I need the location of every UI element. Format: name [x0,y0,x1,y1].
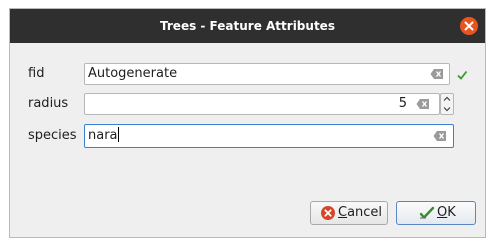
radius-value: 5 [398,96,407,111]
species-value: nara [88,128,118,143]
species-value-container: nara [88,125,119,147]
text-caret [117,127,119,142]
fid-value: Autogenerate [88,66,178,81]
spin-down-button[interactable] [441,104,453,114]
ok-label: OK [437,205,456,220]
cancel-label: Cancel [338,205,383,220]
cancel-button[interactable]: Cancel [310,201,388,225]
spin-up-button[interactable] [441,94,453,104]
ok-button[interactable]: OK [396,201,476,225]
fid-field[interactable]: Autogenerate [84,63,450,85]
species-field[interactable]: nara [84,124,454,148]
title-bar: Trees - Feature Attributes [10,9,485,43]
chevron-down-icon [443,107,451,112]
chevron-up-icon [443,96,451,101]
radius-spin-buttons [440,93,454,115]
cancel-icon [320,205,336,221]
close-icon [464,21,474,31]
fid-label: fid [28,66,45,81]
species-clear-icon[interactable] [433,130,447,142]
fid-clear-icon[interactable] [430,68,444,80]
checkmark-icon [456,66,468,80]
window-title: Trees - Feature Attributes [160,19,335,33]
ok-icon [419,205,435,221]
radius-label: radius [28,96,69,111]
radius-clear-icon[interactable] [416,98,430,110]
close-button[interactable] [460,17,478,35]
feature-attributes-dialog: Trees - Feature Attributes fid Autogener… [9,8,486,238]
species-label: species [28,128,77,143]
radius-spinbox[interactable]: 5 [84,93,440,115]
